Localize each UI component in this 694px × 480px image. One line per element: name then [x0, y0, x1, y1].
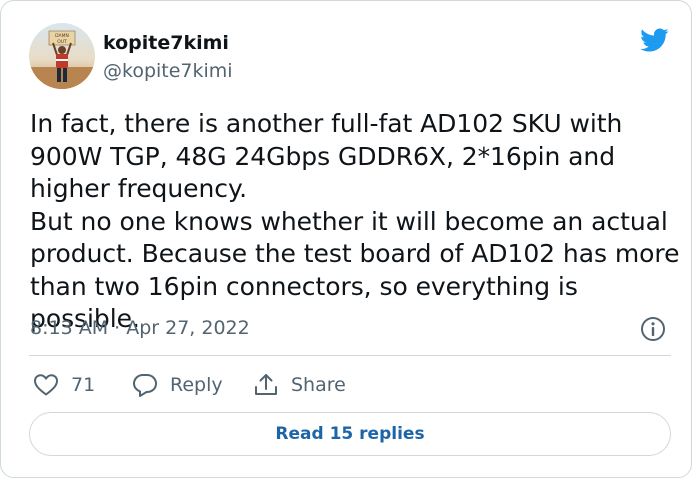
reply-button[interactable]: Reply	[132, 370, 223, 400]
tweet-timestamp[interactable]: 8:13 AM · Apr 27, 2022	[30, 316, 250, 340]
heart-icon	[34, 374, 58, 396]
reply-label: Reply	[170, 374, 223, 396]
avatar-sign-line-1: DAMN	[55, 33, 69, 39]
avatar-sign-line-2: OUT	[57, 39, 67, 45]
read-replies-label: Read 15 replies	[275, 424, 425, 444]
share-label: Share	[291, 374, 346, 396]
tweet-card: DAMN OUT kopite7kimi @kopite7kimi In fac…	[0, 0, 692, 478]
info-icon[interactable]	[639, 315, 667, 343]
share-upload-icon	[255, 374, 277, 395]
author-avatar[interactable]: DAMN OUT	[29, 23, 95, 89]
like-button[interactable]: 71	[33, 370, 95, 400]
divider	[29, 355, 671, 356]
tweet-text: In fact, there is another full-fat AD102…	[30, 109, 680, 333]
avatar-image: DAMN OUT	[29, 23, 95, 89]
author-handle[interactable]: @kopite7kimi	[103, 59, 233, 83]
twitter-bird-icon[interactable]	[637, 25, 671, 55]
author-display-name[interactable]: kopite7kimi	[103, 31, 229, 55]
reply-bubble-icon	[133, 374, 157, 397]
like-count: 71	[71, 374, 96, 396]
read-replies-button[interactable]: Read 15 replies	[29, 412, 671, 456]
share-button[interactable]: Share	[253, 370, 346, 400]
